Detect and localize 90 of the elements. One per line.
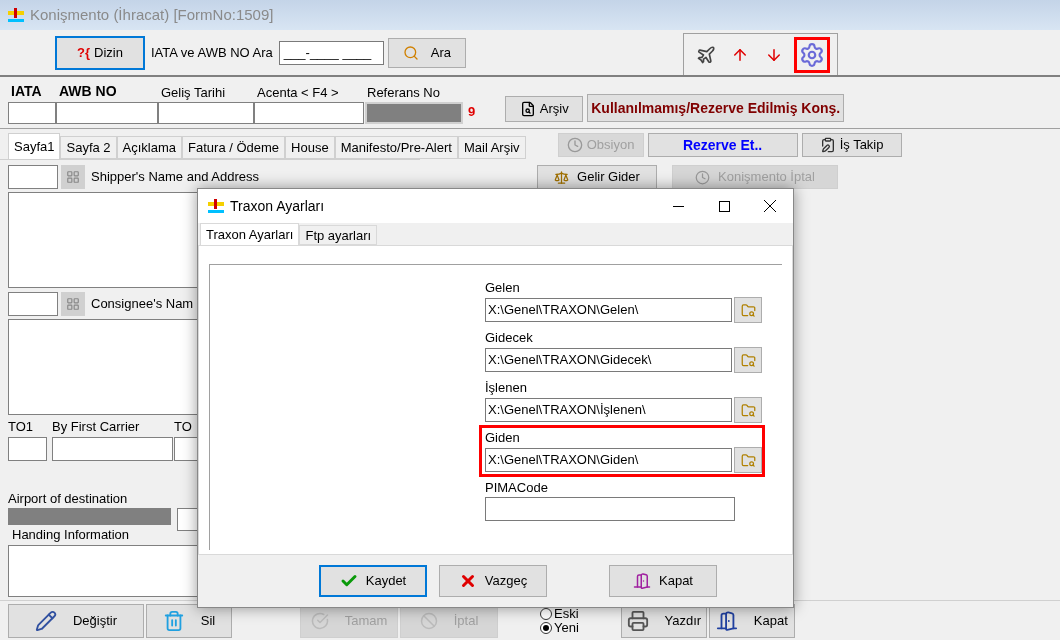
header-field[interactable]	[158, 102, 254, 124]
browse-button[interactable]	[734, 447, 762, 473]
clock-icon	[695, 169, 711, 185]
awb-search-field[interactable]: ___-____ ____	[278, 40, 384, 65]
to2-field[interactable]	[174, 436, 198, 461]
tab[interactable]: Sayfa1	[8, 133, 61, 159]
header-field[interactable]	[56, 102, 158, 124]
lookup-button[interactable]	[61, 292, 85, 316]
carrier-label: By First Carrier	[52, 418, 141, 436]
income-expense-button[interactable]: Gelir Gider	[537, 165, 657, 189]
path-field[interactable]: X:\Genel\TRAXON\İşlenen\	[485, 398, 733, 422]
consignee-label: Consignee's Nam	[91, 295, 194, 314]
action-button[interactable]: İş Takip	[801, 133, 902, 157]
minimize-icon	[672, 205, 684, 207]
path-field[interactable]: X:\Genel\TRAXON\Gidecek\	[485, 348, 733, 372]
header-field[interactable]	[254, 102, 364, 124]
clock-icon	[566, 137, 583, 153]
to1-field[interactable]	[8, 436, 47, 461]
carrier-label: TO	[174, 418, 193, 436]
settings-icon[interactable]	[799, 41, 825, 68]
field-label: IATA	[10, 82, 43, 101]
printer-icon	[626, 609, 649, 632]
dialog-tab[interactable]: Traxon Ayarları	[200, 223, 300, 245]
clipboard-icon	[819, 137, 836, 153]
grid-icon	[66, 170, 80, 184]
tab[interactable]: Mail Arşiv	[457, 136, 526, 159]
field-label: Acenta < F4 >	[256, 83, 340, 102]
consignee-code-field[interactable]	[8, 292, 58, 316]
field-label: Geliş Tarihi	[160, 83, 227, 102]
cancel-icon	[419, 611, 438, 630]
path-field[interactable]	[485, 497, 735, 521]
radio-option[interactable]: Yeni	[540, 620, 579, 635]
destination-label: Airport of destination	[8, 489, 129, 508]
index-button[interactable]: ?{ Dizin	[55, 35, 145, 70]
dialog-tab[interactable]: Ftp ayarları	[299, 225, 378, 245]
path-label: Gidecek	[485, 329, 534, 347]
folder-search-icon	[740, 452, 756, 468]
path-label: Giden	[485, 429, 521, 447]
path-field[interactable]: X:\Genel\TRAXON\Gelen\	[485, 298, 733, 322]
action-button[interactable]: Rezerve Et..	[647, 133, 798, 157]
folder-search-icon	[740, 402, 756, 418]
pencil-icon	[34, 609, 57, 632]
scale-icon	[554, 169, 570, 185]
lookup-button[interactable]	[61, 165, 85, 189]
search-icon	[402, 44, 419, 61]
unused-consignments-button[interactable]: Kullanılmamış/Rezerve Edilmiş Konş.	[587, 94, 845, 122]
reference-digit: 9	[468, 102, 476, 121]
dialog-title: Traxon Ayarları	[230, 196, 325, 216]
plane-icon[interactable]	[695, 44, 716, 65]
close-icon	[764, 200, 776, 212]
maximize-icon	[718, 200, 730, 212]
logo-icon	[206, 197, 226, 215]
dialog-button[interactable]: Kapat	[609, 565, 717, 597]
tab[interactable]: Fatura / Ödeme	[182, 136, 286, 159]
door-icon	[633, 572, 651, 590]
bottom-button[interactable]: Değiştir	[8, 603, 144, 638]
path-field[interactable]: X:\Genel\TRAXON\Giden\	[485, 448, 733, 472]
archive-button[interactable]: Arşiv	[505, 96, 584, 122]
browse-button[interactable]	[734, 347, 762, 373]
browse-button[interactable]	[734, 397, 762, 423]
window-title: Konişmento (İhracat) [FormNo:1509]	[30, 4, 274, 25]
document-search-icon	[519, 101, 536, 117]
search-button[interactable]: Ara	[387, 37, 466, 68]
dialog-button[interactable]: Vazgeç	[439, 565, 547, 597]
grid-icon	[66, 297, 80, 311]
handling-label: Handing Information	[12, 526, 131, 544]
folder-search-icon	[740, 302, 756, 318]
path-label: İşlenen	[485, 379, 528, 397]
trash-icon	[162, 609, 185, 632]
browse-button[interactable]	[734, 297, 762, 323]
tab[interactable]: Manifesto/Pre-Alert	[334, 136, 458, 159]
field-label: Referans No	[366, 83, 441, 102]
bottom-button[interactable]: Sil	[146, 603, 232, 638]
tab[interactable]: House	[285, 136, 335, 159]
dialog-button[interactable]: Kaydet	[319, 565, 427, 597]
shipper-code-field[interactable]	[8, 165, 58, 189]
check-icon	[310, 611, 329, 630]
path-label: Gelen	[485, 279, 521, 297]
path-label: PIMACode	[485, 479, 549, 497]
shipper-label: Shipper's Name and Address	[91, 168, 259, 187]
header-field[interactable]	[8, 102, 56, 124]
door-icon	[715, 609, 738, 632]
logo-icon	[6, 6, 26, 24]
carrier-label: TO1	[8, 418, 35, 436]
folder-search-icon	[740, 352, 756, 368]
tab[interactable]: Sayfa 2	[60, 136, 117, 159]
first-carrier-field[interactable]	[52, 436, 173, 461]
field-label: AWB NO	[58, 82, 118, 101]
search-label: IATA ve AWB NO Ara	[151, 43, 273, 62]
tab[interactable]: Açıklama	[116, 136, 183, 159]
